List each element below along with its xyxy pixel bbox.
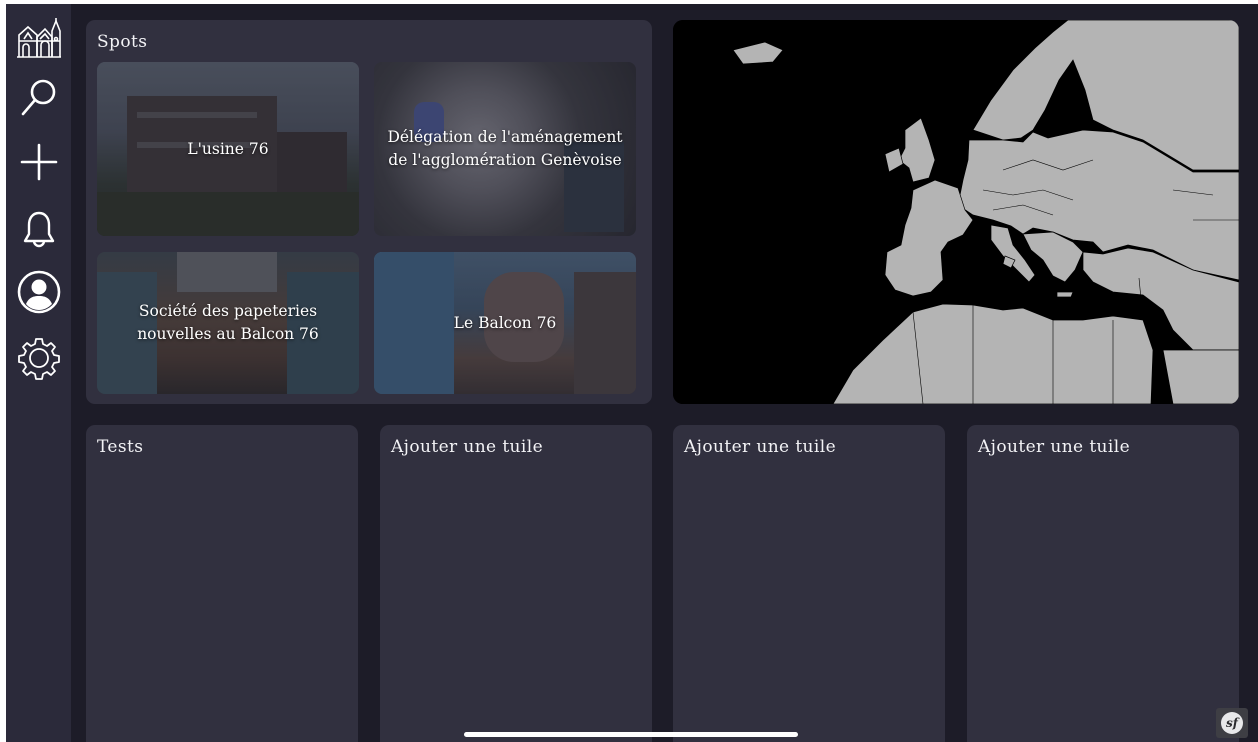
nav-add-button[interactable] <box>15 138 63 186</box>
plus-icon <box>20 143 58 181</box>
tile-title: Ajouter une tuile <box>391 437 544 457</box>
spot-tile-delegation[interactable]: Délégation de l'aménagement de l'agglomé… <box>374 62 636 236</box>
church-icon <box>17 18 61 58</box>
nav-notifications-button[interactable] <box>15 206 63 254</box>
symfony-icon: sf <box>1221 712 1243 734</box>
gear-icon <box>18 338 60 380</box>
spot-tile-papeteries[interactable]: Société des papeteries nouvelles au Balc… <box>97 252 359 394</box>
debug-toolbar-badge[interactable]: sf <box>1216 708 1248 738</box>
user-icon <box>17 270 61 314</box>
tile-title: Ajouter une tuile <box>684 437 837 457</box>
tile-add-2[interactable]: Ajouter une tuile <box>673 425 945 742</box>
sidebar <box>6 4 71 742</box>
spots-title: Spots <box>97 32 148 52</box>
tile-add-1[interactable]: Ajouter une tuile <box>380 425 652 742</box>
tile-add-3[interactable]: Ajouter une tuile <box>967 425 1239 742</box>
spot-tile-balcon[interactable]: Le Balcon 76 <box>374 252 636 394</box>
bell-icon <box>23 211 55 248</box>
spot-label: Société des papeteries nouvelles au Balc… <box>137 302 319 343</box>
tile-title: Ajouter une tuile <box>978 437 1131 457</box>
spot-label: Le Balcon 76 <box>453 313 557 332</box>
tile-tests[interactable]: Tests <box>86 425 358 742</box>
nav-profile-button[interactable] <box>15 268 63 316</box>
nav-settings-button[interactable] <box>15 334 63 382</box>
spot-label: Délégation de l'aménagement de l'agglomé… <box>387 128 623 169</box>
spot-tile-usine[interactable]: L'usine 76 <box>97 62 359 236</box>
nav-search-button[interactable] <box>15 74 63 122</box>
spots-card: Spots L'usine 76 Délégation de l'aménage… <box>86 20 652 404</box>
nav-home-button[interactable] <box>15 14 63 62</box>
home-indicator[interactable] <box>464 732 798 737</box>
search-icon <box>21 79 56 116</box>
tile-title: Tests <box>97 437 144 457</box>
spots-map[interactable] <box>673 20 1239 404</box>
spot-label: L'usine 76 <box>187 139 269 158</box>
world-map <box>673 20 1239 404</box>
